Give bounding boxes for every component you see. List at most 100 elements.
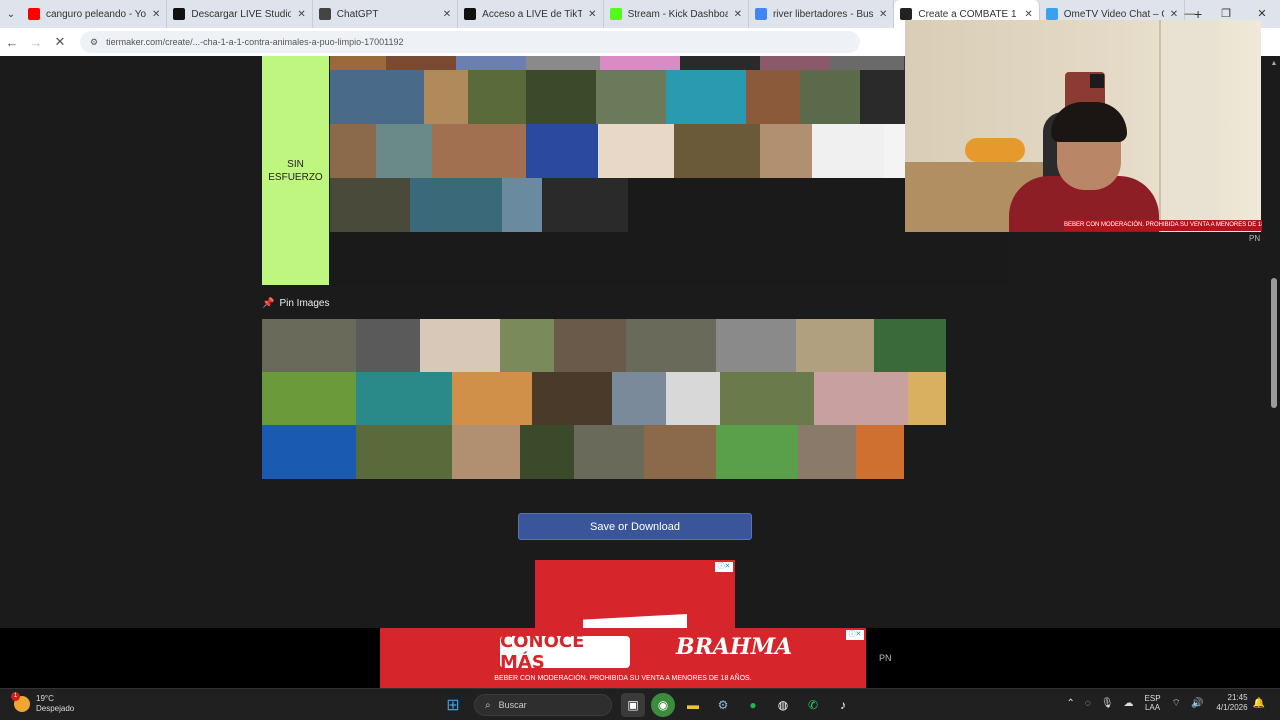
close-tab-icon[interactable]: ✕ <box>297 9 305 20</box>
tier-item-image[interactable] <box>330 56 386 70</box>
spotify-icon[interactable]: ● <box>741 693 765 717</box>
browser-tab[interactable]: ChatGPT ✕ <box>313 0 459 28</box>
pool-item-image[interactable] <box>716 425 798 479</box>
tier-item-image[interactable] <box>746 70 800 124</box>
site-info-icon[interactable]: ⚙ <box>90 37 98 48</box>
browser-tab[interactable]: river libertadores - Busca ✕ <box>749 0 895 28</box>
weather-widget[interactable]: 1 19°C Despejado <box>11 692 74 714</box>
tier-item-image[interactable] <box>526 56 600 70</box>
pool-item-image[interactable] <box>262 372 356 425</box>
tier-item-image[interactable] <box>598 124 674 178</box>
pool-item-image[interactable] <box>874 319 946 372</box>
tier-item-image[interactable] <box>542 178 628 232</box>
pool-item-image[interactable] <box>356 425 452 479</box>
tier-label[interactable]: SIN ESFUERZO <box>262 56 329 285</box>
pool-item-image[interactable] <box>262 319 356 372</box>
browser-tab[interactable]: Stream - Kick Dashboard ✕ <box>604 0 749 28</box>
pool-item-image[interactable] <box>520 425 574 479</box>
tier-item-image[interactable] <box>386 56 456 70</box>
tier-item-image[interactable] <box>424 70 468 124</box>
tier-item-image[interactable] <box>674 124 760 178</box>
tier-item-image[interactable] <box>760 56 830 70</box>
pool-item-image[interactable] <box>356 372 452 425</box>
pool-item-image[interactable] <box>716 319 796 372</box>
pool-item-image[interactable] <box>574 425 644 479</box>
tier-item-image[interactable] <box>526 124 598 178</box>
file-explorer-icon[interactable]: ▬ <box>681 693 705 717</box>
close-tab-icon[interactable]: ✕ <box>879 9 887 20</box>
pool-item-image[interactable] <box>356 319 420 372</box>
save-or-download-button[interactable]: Save or Download <box>518 513 752 540</box>
tier-item-image[interactable] <box>860 70 910 124</box>
pool-item-image[interactable] <box>666 372 720 425</box>
pool-item-image[interactable] <box>554 319 626 372</box>
url-field[interactable]: ⚙ tiermaker.com/create/...-cha-1-a-1-con… <box>80 31 860 53</box>
close-tab-icon[interactable]: ✕ <box>1024 9 1032 20</box>
pool-item-image[interactable] <box>814 372 908 425</box>
language-indicator[interactable]: ESP LAA <box>1145 694 1161 712</box>
notifications-icon[interactable]: 🔔 <box>1253 698 1265 709</box>
pool-item-image[interactable] <box>798 425 856 479</box>
discord-icon[interactable]: ◍ <box>771 693 795 717</box>
pool-item-image[interactable] <box>532 372 612 425</box>
tier-item-image[interactable] <box>468 70 526 124</box>
ad-choices-icon[interactable]: ⓘ✕ <box>846 630 864 640</box>
scrollbar-thumb[interactable] <box>1271 278 1277 408</box>
ad-cta[interactable]: CONOCÉ MÁS <box>500 631 630 673</box>
ad-banner[interactable]: CONOCÉ MÁS BRAHMA BEBER CON MODERACIÓN. … <box>380 628 866 688</box>
tier-item-image[interactable] <box>376 124 432 178</box>
back-icon[interactable]: ← <box>0 35 24 50</box>
tab-search-chevron-icon[interactable]: ⌄ <box>0 0 22 28</box>
pool-item-image[interactable] <box>420 319 500 372</box>
scroll-up-icon[interactable]: ▲ <box>1270 60 1278 67</box>
close-tab-icon[interactable]: ✕ <box>588 9 596 20</box>
tier-item-image[interactable] <box>432 124 526 178</box>
pool-item-image[interactable] <box>908 372 946 425</box>
tier-item-image[interactable] <box>812 124 884 178</box>
tier-item-image[interactable] <box>330 178 410 232</box>
tiktok-icon[interactable]: ♪ <box>831 693 855 717</box>
tier-item-image[interactable] <box>596 70 666 124</box>
microphone-icon[interactable]: 🎙 <box>1101 698 1114 709</box>
tier-item-image[interactable] <box>666 70 746 124</box>
tier-item-image[interactable] <box>830 56 904 70</box>
close-tab-icon[interactable]: ✕ <box>734 9 742 20</box>
pool-item-image[interactable] <box>644 425 716 479</box>
clock[interactable]: 21:45 4/1/2026 <box>1216 693 1247 713</box>
steam-icon[interactable]: ⚙ <box>711 693 735 717</box>
pool-item-image[interactable] <box>626 319 716 372</box>
volume-icon[interactable]: 🔊 <box>1191 698 1203 709</box>
pool-item-image[interactable] <box>262 425 356 479</box>
pool-item-image[interactable] <box>796 319 874 372</box>
wifi-icon[interactable]: ⌔ <box>1172 697 1181 710</box>
tier-item-image[interactable] <box>526 70 596 124</box>
forward-icon[interactable]: → <box>24 35 48 50</box>
pool-item-image[interactable] <box>856 425 904 479</box>
pool-item-image[interactable] <box>612 372 666 425</box>
tier-item-image[interactable] <box>410 178 502 232</box>
ad-frame-top[interactable]: ⓘ✕ <box>535 560 735 628</box>
browser-tab[interactable]: Acceso a LIVE de TikTok ✕ <box>458 0 604 28</box>
pool-item-image[interactable] <box>500 319 554 372</box>
tier-item-image[interactable] <box>330 124 376 178</box>
whatsapp-icon[interactable]: ✆ <box>801 693 825 717</box>
stop-loading-icon[interactable]: ✕ <box>48 34 72 50</box>
tier-item-image[interactable] <box>680 56 760 70</box>
tier-item-image[interactable] <box>502 178 542 232</box>
browser-tab[interactable]: canguro peleando - YouTube ✕ <box>22 0 168 28</box>
cloud-icon[interactable]: ☁ <box>1124 698 1134 709</box>
pool-item-image[interactable] <box>452 372 532 425</box>
pin-images-heading[interactable]: 📌 Pin Images <box>262 298 329 309</box>
tier-item-image[interactable] <box>800 70 860 124</box>
browser-tab[interactable]: Descargar LIVE Studio | Ti ✕ <box>167 0 313 28</box>
chrome-icon[interactable]: ◉ <box>651 693 675 717</box>
close-tab-icon[interactable]: ✕ <box>443 9 451 20</box>
tier-item-image[interactable] <box>760 124 812 178</box>
tier-item-image[interactable] <box>600 56 680 70</box>
ad-choices-icon[interactable]: ⓘ✕ <box>715 562 733 572</box>
taskbar-search[interactable]: ⌕ Buscar <box>474 694 612 716</box>
chevron-up-icon[interactable]: ⌃ <box>1066 698 1074 709</box>
windows-start-icon[interactable]: ⊞ <box>441 693 465 717</box>
network-icon[interactable]: ◌ <box>1085 698 1091 709</box>
tier-item-image[interactable] <box>330 70 424 124</box>
